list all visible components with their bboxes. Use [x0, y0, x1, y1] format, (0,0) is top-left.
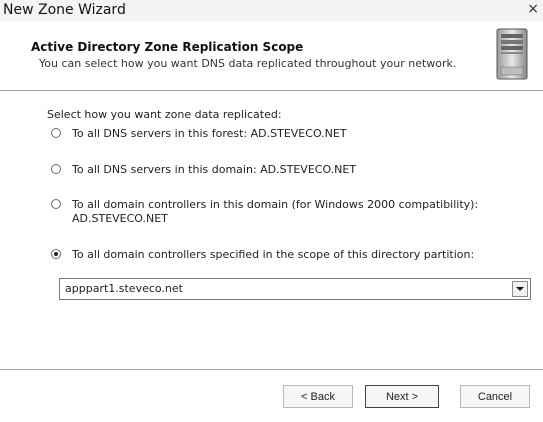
- radio-label: To all domain controllers in this domain…: [72, 198, 479, 211]
- radio-label: To all DNS servers in this forest: AD.ST…: [72, 127, 347, 140]
- radio-button[interactable]: [51, 128, 61, 138]
- radio-button-selected[interactable]: [51, 249, 61, 259]
- footer-divider: [0, 369, 543, 370]
- close-button[interactable]: ×: [527, 1, 539, 17]
- next-button[interactable]: Next >: [365, 385, 439, 408]
- radio-label: To all DNS servers in this domain: AD.ST…: [72, 163, 357, 176]
- radio-button[interactable]: [51, 199, 61, 209]
- wizard-content: Select how you want zone data replicated…: [0, 91, 543, 381]
- cancel-button[interactable]: Cancel: [460, 385, 530, 408]
- window-title: New Zone Wizard: [3, 2, 126, 18]
- back-button[interactable]: < Back: [283, 385, 353, 408]
- page-title: Active Directory Zone Replication Scope: [31, 40, 304, 54]
- partition-select-value: apppart1.steveco.net: [65, 282, 183, 295]
- radio-label: To all domain controllers specified in t…: [72, 248, 475, 261]
- partition-select[interactable]: apppart1.steveco.net: [59, 278, 531, 300]
- chevron-down-icon[interactable]: [512, 281, 528, 297]
- radio-label-line2: AD.STEVECO.NET: [72, 212, 168, 225]
- replication-prompt: Select how you want zone data replicated…: [47, 108, 282, 121]
- server-icon: [496, 28, 528, 80]
- title-bar: New Zone Wizard ×: [0, 0, 543, 23]
- page-subtitle: You can select how you want DNS data rep…: [39, 57, 457, 70]
- wizard-header: Active Directory Zone Replication Scope …: [0, 22, 543, 91]
- radio-button[interactable]: [51, 164, 61, 174]
